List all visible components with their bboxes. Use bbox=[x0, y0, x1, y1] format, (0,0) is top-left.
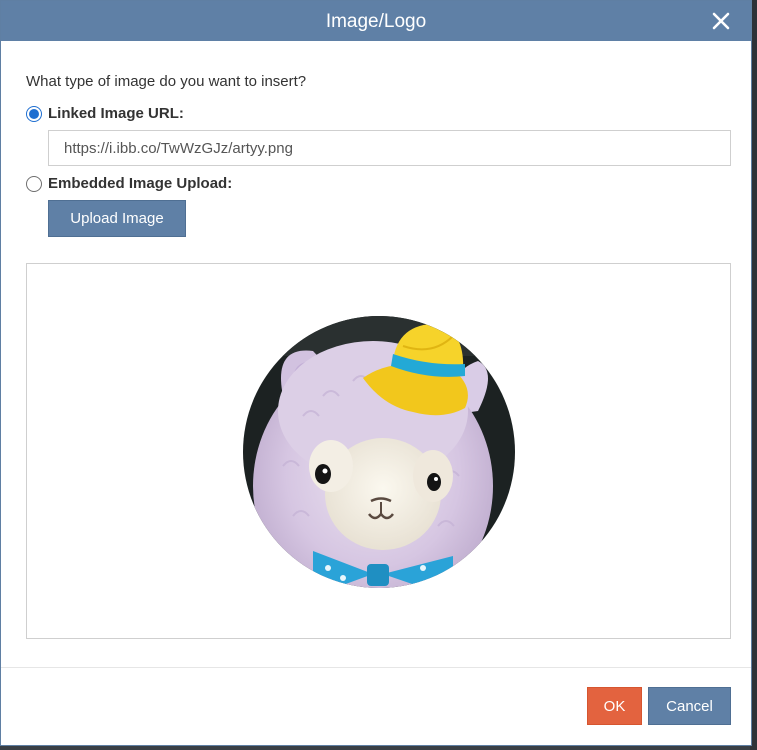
footer-divider bbox=[1, 667, 751, 668]
embedded-upload-label[interactable]: Embedded Image Upload: bbox=[48, 175, 232, 192]
alpaca-plush-image bbox=[243, 316, 515, 588]
image-type-question: What type of image do you want to insert… bbox=[26, 73, 307, 90]
image-url-input[interactable] bbox=[48, 130, 731, 166]
dialog-title: Image/Logo bbox=[325, 11, 427, 32]
linked-url-radio[interactable] bbox=[26, 106, 42, 122]
image-preview-area bbox=[26, 263, 731, 639]
cancel-button[interactable]: Cancel bbox=[648, 687, 731, 725]
linked-url-label[interactable]: Linked Image URL: bbox=[48, 105, 184, 122]
close-icon[interactable] bbox=[709, 9, 733, 33]
image-logo-dialog: Image/Logo What type of image do you wan… bbox=[0, 0, 752, 746]
dialog-titlebar: Image/Logo bbox=[1, 1, 751, 41]
upload-image-button[interactable]: Upload Image bbox=[48, 200, 186, 237]
ok-button[interactable]: OK bbox=[587, 687, 642, 725]
embedded-upload-radio[interactable] bbox=[26, 176, 42, 192]
